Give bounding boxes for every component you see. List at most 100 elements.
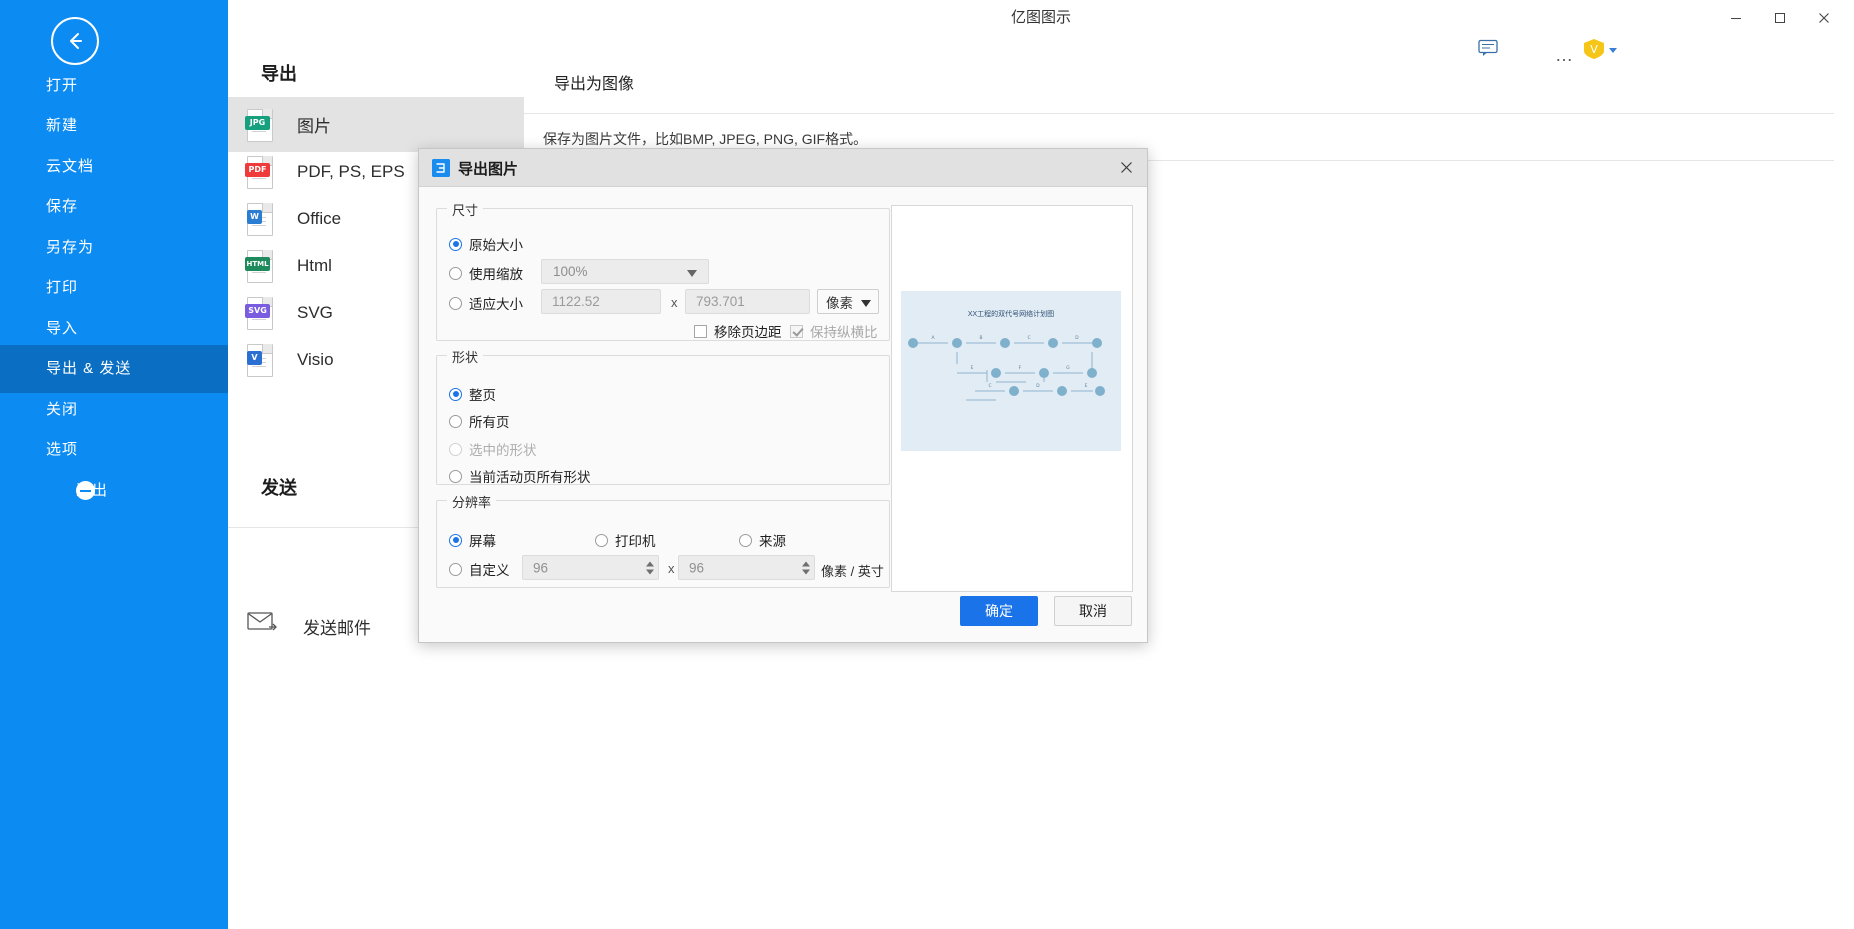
close-button[interactable] <box>1802 1 1846 35</box>
radio-active-page-shapes[interactable]: 当前活动页所有形状 <box>449 466 591 486</box>
html-file-icon: HTML <box>245 249 273 283</box>
size-separator: x <box>671 295 678 310</box>
app-title: 亿图图示 <box>1010 9 1071 26</box>
back-button[interactable] <box>51 17 99 65</box>
radio-original-size[interactable]: 原始大小 <box>449 234 523 254</box>
dialog-close-icon[interactable] <box>1109 153 1143 182</box>
radio-active-page-shapes-label: 当前活动页所有形状 <box>469 470 591 485</box>
fit-height-value: 793.701 <box>696 294 745 309</box>
arrow-left-icon <box>70 33 82 49</box>
radio-fit-size[interactable]: 适应大小 <box>449 293 523 313</box>
radio-screen[interactable]: 屏幕 <box>449 530 496 550</box>
unit-combobox[interactable]: 像素 <box>817 289 879 314</box>
radio-source[interactable]: 来源 <box>739 530 786 550</box>
checkbox-remove-margin[interactable]: 移除页边距 <box>694 321 782 341</box>
radio-printer-dot <box>595 533 608 547</box>
radio-source-dot <box>739 533 752 547</box>
dpi-x-spinner[interactable]: 96 <box>522 555 659 580</box>
svg-file-icon: SVG <box>245 296 273 330</box>
preview-diagram: XX工程的双代号网络计划图 A B C D E F G C D E <box>901 291 1121 451</box>
radio-all-pages-label: 所有页 <box>469 415 510 430</box>
radio-all-pages-dot <box>449 414 462 428</box>
resolution-group-caption: 分辨率 <box>447 492 497 511</box>
fit-height-input[interactable]: 793.701 <box>685 289 810 314</box>
dpi-x-arrows[interactable] <box>646 561 654 574</box>
radio-use-scale[interactable]: 使用缩放 <box>449 263 523 283</box>
svg-text:G: G <box>1066 365 1070 371</box>
svg-text:A: A <box>931 335 934 341</box>
dpi-x-value: 96 <box>533 560 549 575</box>
ediagram-export-window: 亿图图示 … V 打开 新建 云文档 保存 另存为 打印 导入 导出 & 发送 … <box>0 0 1854 929</box>
account-avatar[interactable]: V <box>1583 38 1605 60</box>
radio-custom-dpi[interactable]: 自定义 <box>449 559 510 579</box>
export-image-dialog: 导出图片 尺寸 原始大小 使用缩放 100% 适应大小 1122.52 x 79… <box>418 148 1148 643</box>
maximize-button[interactable] <box>1758 1 1802 35</box>
unit-value: 像素 <box>826 295 853 311</box>
radio-printer[interactable]: 打印机 <box>595 530 656 550</box>
export-item-label: Office <box>297 208 342 228</box>
pdf-file-icon: PDF <box>245 155 273 189</box>
checkbox-remove-margin-label: 移除页边距 <box>714 325 782 340</box>
radio-whole-page[interactable]: 整页 <box>449 384 496 404</box>
svg-text:D: D <box>1075 335 1079 341</box>
minimize-button[interactable] <box>1714 1 1758 35</box>
dpi-y-spinner[interactable]: 96 <box>678 555 815 580</box>
dialog-title: 导出图片 <box>458 161 519 178</box>
send-heading: 发送 <box>261 478 297 498</box>
radio-fit-size-label: 适应大小 <box>469 297 523 312</box>
checkbox-keep-ratio-box <box>790 324 803 338</box>
window-controls <box>1714 0 1846 36</box>
radio-selected-shapes-dot <box>449 442 462 456</box>
radio-printer-label: 打印机 <box>615 534 656 549</box>
fit-width-value: 1122.52 <box>552 294 600 309</box>
radio-screen-dot <box>449 533 462 547</box>
exit-icon <box>76 481 95 500</box>
mail-icon <box>247 610 277 642</box>
feedback-chat-icon[interactable] <box>1478 39 1498 62</box>
dialog-titlebar: 导出图片 <box>419 149 1147 187</box>
radio-source-label: 来源 <box>759 534 786 549</box>
send-item-label: 发送邮件 <box>303 618 371 638</box>
window-titlebar: 亿图图示 <box>228 0 1854 37</box>
radio-use-scale-dot <box>449 266 462 280</box>
sidebar-item-exit[interactable]: 退出 <box>0 467 228 515</box>
export-item-label: 图片 <box>297 117 331 136</box>
account-dropdown-caret[interactable] <box>1609 48 1617 53</box>
svg-text:V: V <box>1590 43 1598 56</box>
jpg-file-icon: JPG <box>245 108 273 142</box>
checkbox-keep-ratio: 保持纵横比 <box>790 321 878 341</box>
export-item-label: PDF, PS, EPS <box>297 161 405 181</box>
radio-original-size-label: 原始大小 <box>469 238 523 253</box>
content-title: 导出为图像 <box>554 76 635 93</box>
export-preview: XX工程的双代号网络计划图 A B C D E F G C D E <box>891 205 1133 592</box>
backstage-sidebar: 打开 新建 云文档 保存 另存为 打印 导入 导出 & 发送 关闭 选项 退出 <box>0 0 228 929</box>
radio-all-pages[interactable]: 所有页 <box>449 411 510 431</box>
checkbox-keep-ratio-label: 保持纵横比 <box>810 325 878 340</box>
svg-text:D: D <box>1036 383 1040 389</box>
dpi-separator: x <box>668 561 675 576</box>
scale-combobox[interactable]: 100% <box>541 259 709 284</box>
radio-original-size-dot <box>449 237 462 251</box>
svg-text:E: E <box>1085 383 1088 389</box>
radio-selected-shapes-label: 选中的形状 <box>469 443 537 458</box>
svg-text:E: E <box>971 365 974 371</box>
svg-text:B: B <box>979 335 982 341</box>
radio-active-page-shapes-dot <box>449 469 462 483</box>
radio-screen-label: 屏幕 <box>469 534 496 549</box>
word-file-icon: W <box>245 202 273 236</box>
radio-whole-page-label: 整页 <box>469 388 496 403</box>
checkbox-remove-margin-box <box>694 324 707 338</box>
ok-button[interactable]: 确定 <box>960 596 1038 626</box>
svg-text:C: C <box>988 383 991 389</box>
dpi-y-arrows[interactable] <box>802 561 810 574</box>
cancel-button[interactable]: 取消 <box>1054 596 1132 626</box>
radio-fit-size-dot <box>449 296 462 310</box>
svg-text:C: C <box>1027 335 1030 341</box>
preview-diagram-title: XX工程的双代号网络计划图 <box>967 311 1055 318</box>
chevron-down-icon <box>861 299 871 307</box>
more-options-icon[interactable]: … <box>1555 45 1574 66</box>
radio-whole-page-dot <box>449 387 462 401</box>
fit-width-input[interactable]: 1122.52 <box>541 289 661 314</box>
dialog-app-icon <box>432 159 450 177</box>
dpi-unit-label: 像素 / 英寸 <box>821 564 884 579</box>
